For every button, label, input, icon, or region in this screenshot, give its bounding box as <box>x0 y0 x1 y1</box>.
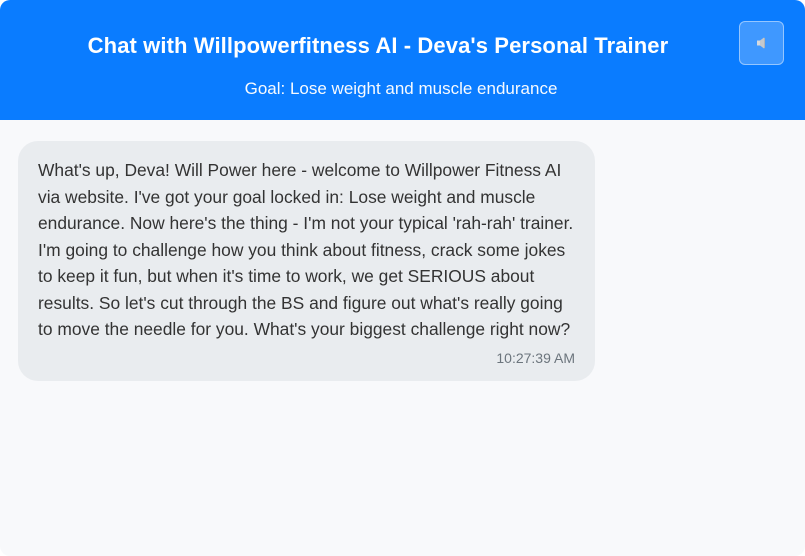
assistant-message: What's up, Deva! Will Power here - welco… <box>18 141 595 381</box>
message-timestamp: 10:27:39 AM <box>496 349 575 366</box>
speaker-icon <box>755 36 769 50</box>
message-list: What's up, Deva! Will Power here - welco… <box>0 120 805 556</box>
chat-title: Chat with Willpowerfitness AI - Deva's P… <box>87 33 669 58</box>
goal-subtitle: Goal: Lose weight and muscle endurance <box>244 79 558 98</box>
sound-toggle-button[interactable] <box>739 21 784 65</box>
chat-header: Chat with Willpowerfitness AI - Deva's P… <box>0 0 805 120</box>
message-text: What's up, Deva! Will Power here - welco… <box>38 160 574 339</box>
chat-window: Chat with Willpowerfitness AI - Deva's P… <box>0 0 805 556</box>
